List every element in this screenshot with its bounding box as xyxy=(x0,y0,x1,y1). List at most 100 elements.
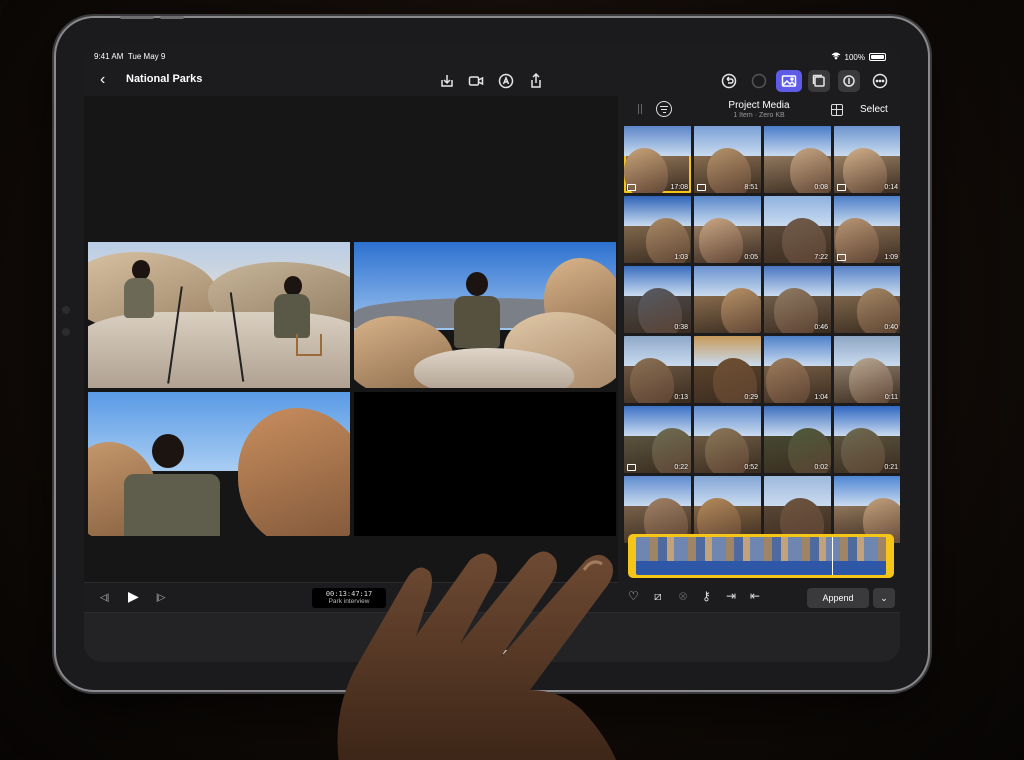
clip-duration: 8:51 xyxy=(744,184,758,191)
project-title: National Parks xyxy=(126,73,203,85)
thumbnail-rock xyxy=(721,288,761,333)
media-thumbnail[interactable]: 0:05 xyxy=(694,196,761,263)
media-thumbnail[interactable]: 0:13 xyxy=(624,336,691,403)
media-thumbnail[interactable]: 0:02 xyxy=(764,406,831,473)
multicam-badge-icon xyxy=(837,184,846,191)
inspector-icon[interactable] xyxy=(838,70,860,92)
media-thumbnail[interactable]: 0:38 xyxy=(624,266,691,333)
media-thumbnail[interactable]: 0:08 xyxy=(764,126,831,193)
select-button[interactable]: Select xyxy=(860,104,888,115)
clip-actions-bar: ♡ ⧄ ⊗ ⚷ ⇥ ⇤ Append ⌄ xyxy=(622,586,900,610)
back-chevron-icon[interactable]: ‹ xyxy=(100,71,105,89)
media-thumbnail[interactable]: 0:14 xyxy=(834,126,900,193)
import-icon[interactable] xyxy=(436,70,458,92)
angle-4-empty[interactable] xyxy=(354,392,616,536)
battery-percent: 100% xyxy=(844,52,865,62)
media-thumbnail[interactable]: 0:40 xyxy=(834,266,900,333)
media-thumbnail[interactable]: 0:52 xyxy=(694,406,761,473)
clear-rating-icon[interactable]: ⊗ xyxy=(678,589,688,603)
media-thumbnail[interactable] xyxy=(694,266,761,333)
wifi-icon xyxy=(831,52,841,62)
grid-view-icon[interactable] xyxy=(831,104,843,116)
angle-3[interactable] xyxy=(88,392,350,536)
step-back-icon[interactable]: ◁| xyxy=(100,592,109,603)
clip-duration: 1:09 xyxy=(884,254,898,261)
volume-button xyxy=(120,16,154,19)
connect-icon[interactable]: ⇤ xyxy=(750,589,760,603)
clip-duration: 0:05 xyxy=(744,254,758,261)
media-thumbnail[interactable]: 0:21 xyxy=(834,406,900,473)
camera-icon[interactable] xyxy=(465,70,487,92)
media-thumbnail[interactable]: 1:04 xyxy=(764,336,831,403)
camera-dot xyxy=(62,306,70,314)
media-thumbnail[interactable]: 17:08 xyxy=(624,126,691,193)
status-bar: 9:41 AM Tue May 9 100% xyxy=(84,51,900,65)
media-thumbnail[interactable] xyxy=(624,476,691,543)
multicam-badge-icon xyxy=(627,464,636,471)
media-grid: 17:08 8:51 0:08 0:14 1:03 0:05 7:22 1:09 0:38 0:4… xyxy=(622,126,900,543)
append-button[interactable]: Append xyxy=(807,588,869,608)
clip-duration: 0:02 xyxy=(814,464,828,471)
play-icon[interactable]: ▶ xyxy=(128,588,139,605)
media-thumbnail[interactable]: 0:46 xyxy=(764,266,831,333)
photos-icon[interactable] xyxy=(776,70,802,92)
clip-duration: 0:52 xyxy=(744,464,758,471)
clip-duration: 0:21 xyxy=(884,464,898,471)
battery-icon xyxy=(869,53,886,61)
filmstrip[interactable] xyxy=(636,537,886,575)
playhead[interactable] xyxy=(832,537,833,575)
media-thumbnail[interactable] xyxy=(834,476,900,543)
status-time: 9:41 AM Tue May 9 xyxy=(94,52,166,61)
media-thumbnail[interactable] xyxy=(694,476,761,543)
media-thumbnail[interactable]: 1:03 xyxy=(624,196,691,263)
clip-duration: 0:11 xyxy=(884,394,898,401)
reject-icon[interactable]: ⧄ xyxy=(654,589,662,604)
media-thumbnail[interactable]: 0:22 xyxy=(624,406,691,473)
clip-duration: 7:22 xyxy=(814,254,828,261)
media-browser-icon[interactable] xyxy=(808,70,830,92)
more-icon[interactable] xyxy=(869,70,891,92)
media-thumbnail[interactable]: 8:51 xyxy=(694,126,761,193)
clip-duration: 0:13 xyxy=(674,394,688,401)
undo-icon[interactable] xyxy=(718,70,740,92)
browser-header: Project Media 1 Item · Zero KB Select xyxy=(622,96,900,124)
multicam-badge-icon xyxy=(627,184,636,191)
navigation-bar: ‹ National Parks xyxy=(84,66,900,96)
media-thumbnail[interactable]: 0:29 xyxy=(694,336,761,403)
clip-duration: 1:03 xyxy=(674,254,688,261)
clip-duration: 1:04 xyxy=(814,394,828,401)
media-browser: Project Media 1 Item · Zero KB Select 17… xyxy=(622,96,900,612)
clip-duration: 17:08 xyxy=(670,184,688,191)
multicam-viewer[interactable] xyxy=(84,96,618,582)
clip-duration: 0:29 xyxy=(744,394,758,401)
browser-subtitle: 1 Item · Zero KB xyxy=(733,112,785,119)
clip-duration: 0:46 xyxy=(814,324,828,331)
keyword-icon[interactable]: ⚷ xyxy=(702,589,711,603)
filmstrip-frames xyxy=(636,537,886,561)
redo-icon[interactable] xyxy=(748,70,770,92)
edit-options-chevron-icon[interactable]: ⌄ xyxy=(873,588,895,608)
angle-2[interactable] xyxy=(354,242,616,388)
step-forward-icon[interactable]: |▷ xyxy=(156,592,165,603)
voiceover-icon[interactable] xyxy=(495,70,517,92)
clip-scrubber[interactable] xyxy=(628,534,894,578)
media-thumbnail[interactable] xyxy=(764,476,831,543)
media-thumbnail[interactable]: 1:09 xyxy=(834,196,900,263)
clip-duration: 0:14 xyxy=(884,184,898,191)
hand-overlay xyxy=(337,551,617,760)
insert-icon[interactable]: ⇥ xyxy=(726,589,736,603)
sensor-dot xyxy=(62,328,70,336)
share-icon[interactable] xyxy=(525,70,547,92)
multicam-badge-icon xyxy=(837,254,846,261)
multicam-badge-icon xyxy=(697,184,706,191)
clip-duration: 0:08 xyxy=(814,184,828,191)
media-thumbnail[interactable]: 7:22 xyxy=(764,196,831,263)
clip-duration: 0:22 xyxy=(674,464,688,471)
filter-icon[interactable] xyxy=(656,101,672,117)
clip-duration: 0:40 xyxy=(884,324,898,331)
angle-1[interactable] xyxy=(88,242,350,388)
clip-duration: 0:38 xyxy=(674,324,688,331)
browser-title: Project Media xyxy=(728,100,790,111)
media-thumbnail[interactable]: 0:11 xyxy=(834,336,900,403)
resize-grip-icon[interactable] xyxy=(638,104,642,114)
